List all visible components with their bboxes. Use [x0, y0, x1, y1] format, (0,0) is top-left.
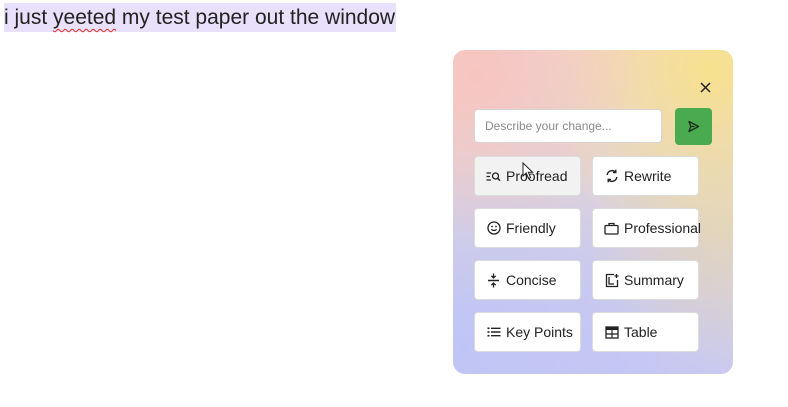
- table-icon: [604, 325, 619, 340]
- close-button[interactable]: [695, 77, 715, 97]
- friendly-button[interactable]: Friendly: [474, 208, 581, 248]
- summary-icon: [604, 273, 619, 288]
- proofread-icon: [486, 169, 501, 184]
- smiley-icon: [486, 221, 501, 236]
- send-button[interactable]: [675, 108, 712, 145]
- selected-text-line[interactable]: i just yeeted my test paper out the wind…: [4, 3, 397, 32]
- key-points-button[interactable]: Key Points: [474, 312, 581, 352]
- text-before: i just: [4, 6, 54, 29]
- concise-label: Concise: [506, 272, 557, 288]
- key-points-label: Key Points: [506, 324, 573, 340]
- summary-button[interactable]: Summary: [592, 260, 699, 300]
- describe-change-input[interactable]: [474, 109, 662, 143]
- close-icon: [699, 81, 711, 93]
- rewrite-button[interactable]: Rewrite: [592, 156, 699, 196]
- text-after: my test paper out the window: [116, 6, 396, 29]
- concise-icon: [486, 273, 501, 288]
- professional-label: Professional: [624, 220, 702, 236]
- friendly-label: Friendly: [506, 220, 556, 236]
- concise-button[interactable]: Concise: [474, 260, 581, 300]
- rewrite-icon: [604, 169, 619, 184]
- summary-label: Summary: [624, 272, 684, 288]
- send-icon: [688, 120, 700, 133]
- table-button[interactable]: Table: [592, 312, 699, 352]
- misspelled-word[interactable]: yeeted: [53, 6, 116, 29]
- proofread-label: Proofread: [506, 168, 568, 184]
- rewrite-panel: Proofread Rewrite Friendly: [453, 50, 733, 374]
- professional-button[interactable]: Professional: [592, 208, 702, 248]
- briefcase-icon: [604, 221, 619, 236]
- mouse-cursor-icon: [522, 162, 534, 180]
- rewrite-label: Rewrite: [624, 168, 672, 184]
- list-icon: [486, 325, 501, 340]
- table-label: Table: [624, 324, 658, 340]
